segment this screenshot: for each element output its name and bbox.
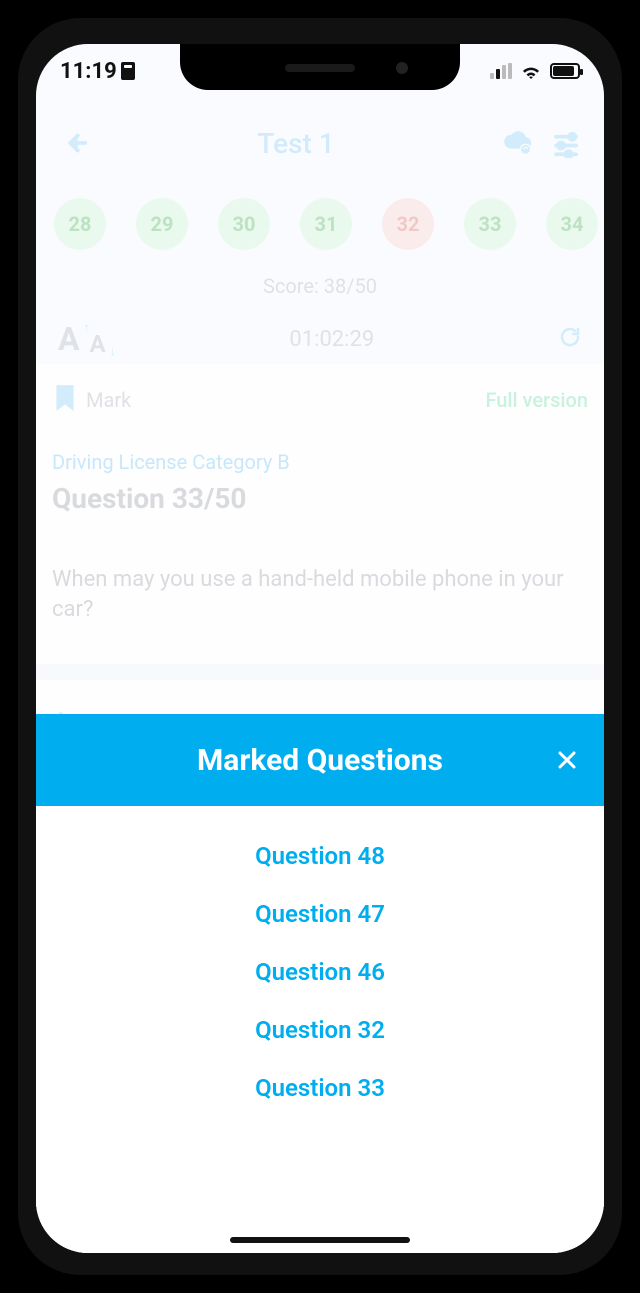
- id-card-icon: [121, 62, 135, 80]
- full-version-link[interactable]: Full version: [485, 388, 588, 412]
- marked-question-item[interactable]: Question 47: [255, 900, 385, 928]
- marked-questions-sheet: Marked Questions Question 48Question 47Q…: [36, 714, 604, 1253]
- cloud-sync-icon[interactable]: [500, 125, 536, 161]
- font-decrease-icon[interactable]: A↓: [90, 330, 106, 358]
- device-frame: 11:19 Test 1 28: [0, 0, 640, 1293]
- sheet-header: Marked Questions: [36, 714, 604, 806]
- sheet-title: Marked Questions: [36, 743, 604, 778]
- question-counter: Question 33/50: [52, 482, 588, 515]
- marked-question-item[interactable]: Question 46: [255, 958, 385, 986]
- font-increase-icon[interactable]: A↑: [58, 320, 80, 358]
- back-button[interactable]: [56, 125, 92, 161]
- question-text: When may you use a hand-held mobile phon…: [52, 565, 588, 624]
- notch: [180, 44, 460, 90]
- question-pill[interactable]: 32: [382, 198, 434, 250]
- category-label: Driving License Category B: [52, 450, 588, 474]
- question-pill[interactable]: 34: [546, 198, 598, 250]
- question-pill[interactable]: 29: [136, 198, 188, 250]
- mark-label[interactable]: Mark: [86, 388, 131, 412]
- font-size-controls[interactable]: A↑ A↓: [58, 320, 106, 358]
- question-number-strip[interactable]: 28 29 30 31 32 33 34: [36, 194, 604, 254]
- status-time: 11:19: [60, 59, 135, 84]
- marked-question-item[interactable]: Question 32: [255, 1016, 385, 1044]
- app-header: Test 1: [36, 108, 604, 178]
- front-camera: [396, 62, 408, 74]
- question-pill[interactable]: 28: [54, 198, 106, 250]
- section-divider: [36, 664, 604, 680]
- cellular-icon: [490, 63, 512, 79]
- marked-question-item[interactable]: Question 33: [255, 1074, 385, 1102]
- battery-icon: [550, 63, 580, 79]
- score-label: Score: 38/50: [36, 274, 604, 298]
- screen: 11:19 Test 1 28: [36, 44, 604, 1253]
- close-button[interactable]: [552, 745, 582, 775]
- marked-question-item[interactable]: Question 48: [255, 842, 385, 870]
- question-pill[interactable]: 33: [464, 198, 516, 250]
- wifi-icon: [520, 63, 542, 79]
- timer-row: A↑ A↓ 01:02:29: [36, 314, 604, 364]
- status-icons: [490, 63, 580, 79]
- question-pill[interactable]: 30: [218, 198, 270, 250]
- home-indicator[interactable]: [230, 1237, 410, 1243]
- speaker-grill: [285, 64, 355, 72]
- marked-questions-list: Question 48 Question 47 Question 46 Questio…: [36, 806, 604, 1253]
- page-title: Test 1: [92, 127, 500, 160]
- bookmark-icon[interactable]: [52, 383, 78, 417]
- settings-sliders-icon[interactable]: [548, 125, 584, 161]
- question-pill[interactable]: 31: [300, 198, 352, 250]
- reload-button[interactable]: [558, 325, 582, 353]
- timer-label: 01:02:29: [106, 327, 558, 352]
- clock-label: 11:19: [60, 59, 117, 84]
